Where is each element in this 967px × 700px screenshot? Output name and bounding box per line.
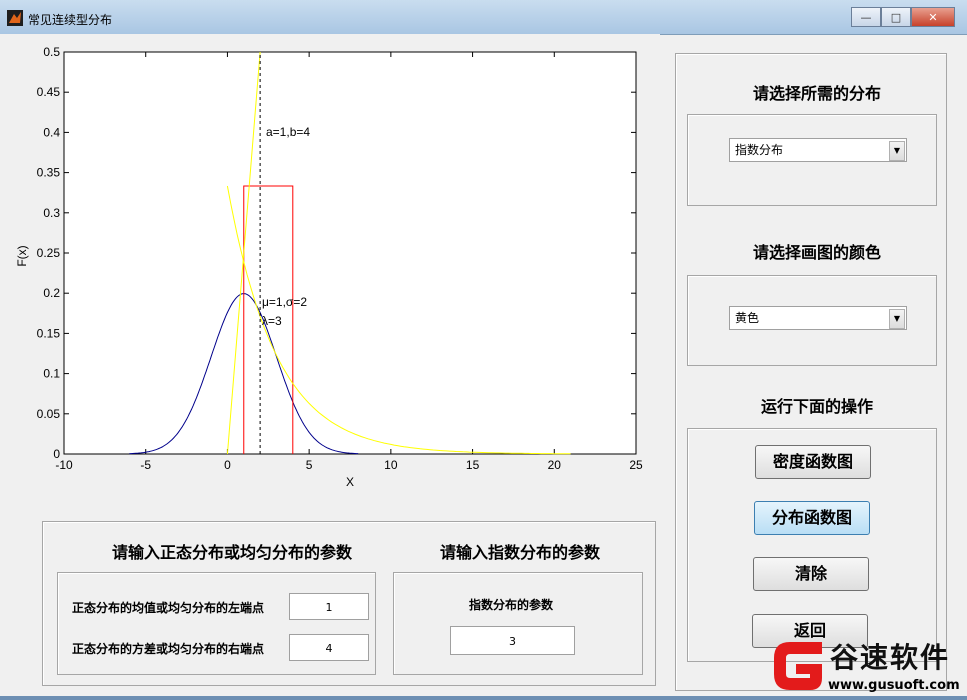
ops-title: 运行下面的操作	[760, 397, 873, 416]
maximize-icon: □	[890, 10, 902, 24]
x-tick-label: 20	[548, 458, 562, 472]
window-title: 常见连续型分布	[28, 13, 113, 27]
y-tick-label: 0.05	[37, 407, 61, 421]
y-tick-label: 0.5	[43, 45, 60, 59]
distribution-dropdown[interactable]: 指数分布 ▼	[729, 138, 907, 162]
annotation-exponential: λ=3	[262, 314, 282, 328]
close-icon: ✕	[928, 10, 938, 24]
y-tick-label: 0.15	[37, 326, 61, 340]
y-tick-label: 0.4	[43, 125, 60, 139]
exp-param-input[interactable]: 3	[450, 626, 575, 655]
title-bar: 常见连续型分布 — □ ✕	[0, 0, 967, 35]
chevron-down-icon: ▼	[889, 141, 905, 161]
x-tick-label: 15	[466, 458, 480, 472]
normal-params-title: 请输入正态分布或均匀分布的参数	[111, 543, 352, 562]
y-tick-label: 0.1	[43, 367, 60, 381]
color-selected: 黄色	[735, 311, 760, 325]
x-axis-label: X	[346, 475, 354, 489]
exp-params-title: 请输入指数分布的参数	[439, 543, 600, 562]
y-tick-label: 0.2	[43, 286, 60, 300]
x-tick-label: 5	[306, 458, 313, 472]
y-tick-label: 0.35	[37, 166, 61, 180]
distribution-selected: 指数分布	[735, 143, 784, 157]
exp-param-label: 指数分布的参数	[469, 598, 554, 612]
minimize-button[interactable]: —	[851, 7, 881, 27]
watermark-text: 谷速软件	[830, 641, 951, 674]
matlab-icon	[7, 10, 23, 26]
param1-input[interactable]: 1	[289, 593, 369, 620]
minimize-icon: —	[860, 10, 872, 24]
y-axis-label: F(x)	[15, 245, 29, 266]
watermark-logo	[774, 642, 822, 690]
watermark-url: www.gusuoft.com	[828, 678, 960, 693]
y-tick-label: 0.25	[37, 246, 61, 260]
annotation-uniform: a=1,b=4	[266, 125, 310, 139]
y-tick-label: 0.45	[37, 85, 61, 99]
x-tick-label: 0	[224, 458, 231, 472]
annotation-normal: μ=1,σ=2	[262, 295, 307, 309]
x-tick-label: 25	[629, 458, 643, 472]
app-window: 常见连续型分布 — □ ✕ 0 0.05 0.1 0.15 0.2 0.25 0.3 0.35…	[0, 0, 967, 696]
dist-select-title: 请选择所需的分布	[752, 84, 881, 103]
x-tick-label: -5	[140, 458, 151, 472]
y-tick-label: 0.3	[43, 206, 60, 220]
plot-axes: 0 0.05 0.1 0.15 0.2 0.25 0.3 0.35 0.4 0.45 0.5 -10…	[0, 34, 660, 504]
chevron-down-icon: ▼	[889, 309, 905, 329]
param2-label: 正态分布的方差或均匀分布的右端点	[72, 642, 265, 656]
density-button[interactable]: 密度函数图	[755, 445, 871, 479]
maximize-button[interactable]: □	[881, 7, 911, 27]
cdf-button[interactable]: 分布函数图	[754, 501, 870, 535]
color-select-title: 请选择画图的颜色	[752, 243, 881, 262]
x-tick-label: 10	[384, 458, 398, 472]
clear-button[interactable]: 清除	[753, 557, 869, 591]
color-dropdown[interactable]: 黄色 ▼	[729, 306, 907, 330]
x-tick-label: -10	[55, 458, 73, 472]
watermark: 谷速软件 www.gusuoft.com	[770, 634, 967, 696]
param1-label: 正态分布的均值或均匀分布的左端点	[72, 601, 265, 615]
axes-box	[63, 51, 637, 455]
exp-params-group	[393, 572, 643, 675]
param2-input[interactable]: 4	[289, 634, 369, 661]
close-button[interactable]: ✕	[911, 7, 955, 27]
